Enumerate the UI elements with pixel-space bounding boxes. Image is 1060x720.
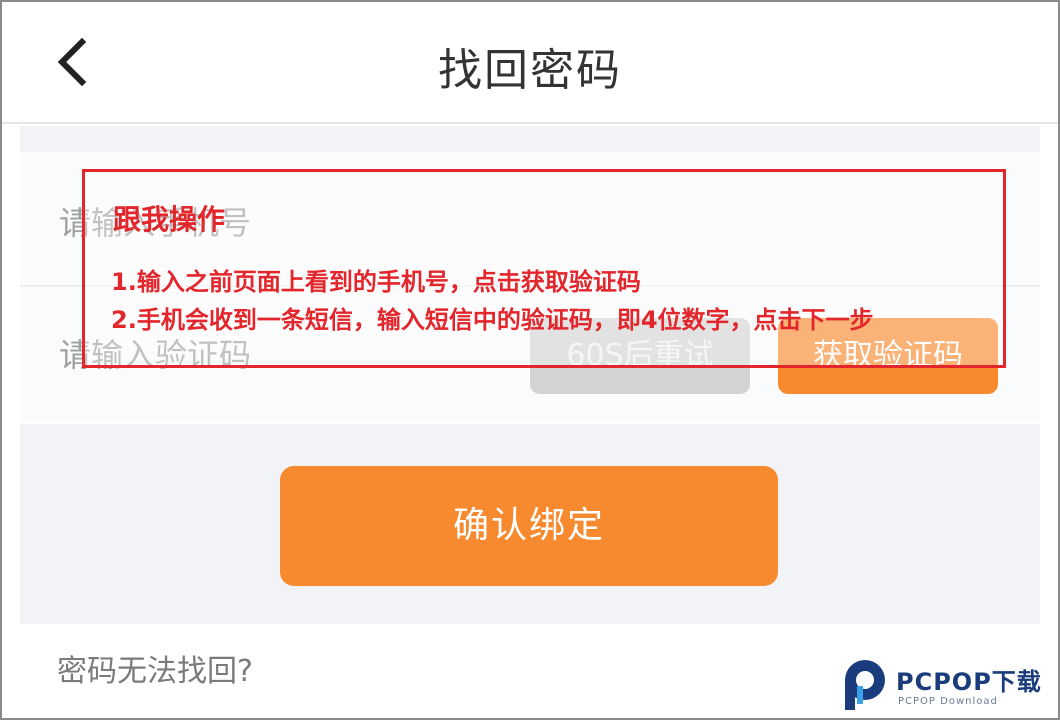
page-title: 找回密码 <box>438 45 622 96</box>
watermark-sub: PCPOP Download <box>898 696 998 707</box>
annotation-step-2: 2.手机会收到一条短信，输入短信中的验证码，即4位数字，点击下一步 <box>111 306 874 334</box>
header-bar: 找回密码 <box>2 2 1058 124</box>
header-spacer-band <box>20 126 1040 152</box>
cant-recover-link[interactable]: 密码无法找回? <box>57 646 253 690</box>
annotation-title: 跟我操作 <box>113 203 226 236</box>
pcpop-watermark: PCPOP下载 PCPOP Download <box>840 656 1056 718</box>
instruction-annotation-box: 跟我操作 1.输入之前页面上看到的手机号，点击获取验证码 2.手机会收到一条短信… <box>82 169 1006 368</box>
annotation-step-1: 1.输入之前页面上看到的手机号，点击获取验证码 <box>111 268 641 296</box>
confirm-bind-button[interactable]: 确认绑定 <box>280 466 778 586</box>
pcpop-logo-icon <box>845 660 885 710</box>
watermark-brand: PCPOP下载 <box>896 668 1042 696</box>
app-screen: 找回密码 60S后重试 获取验证码 确认绑定 密码无法找回? 跟我操作 1.输入… <box>0 0 1060 720</box>
